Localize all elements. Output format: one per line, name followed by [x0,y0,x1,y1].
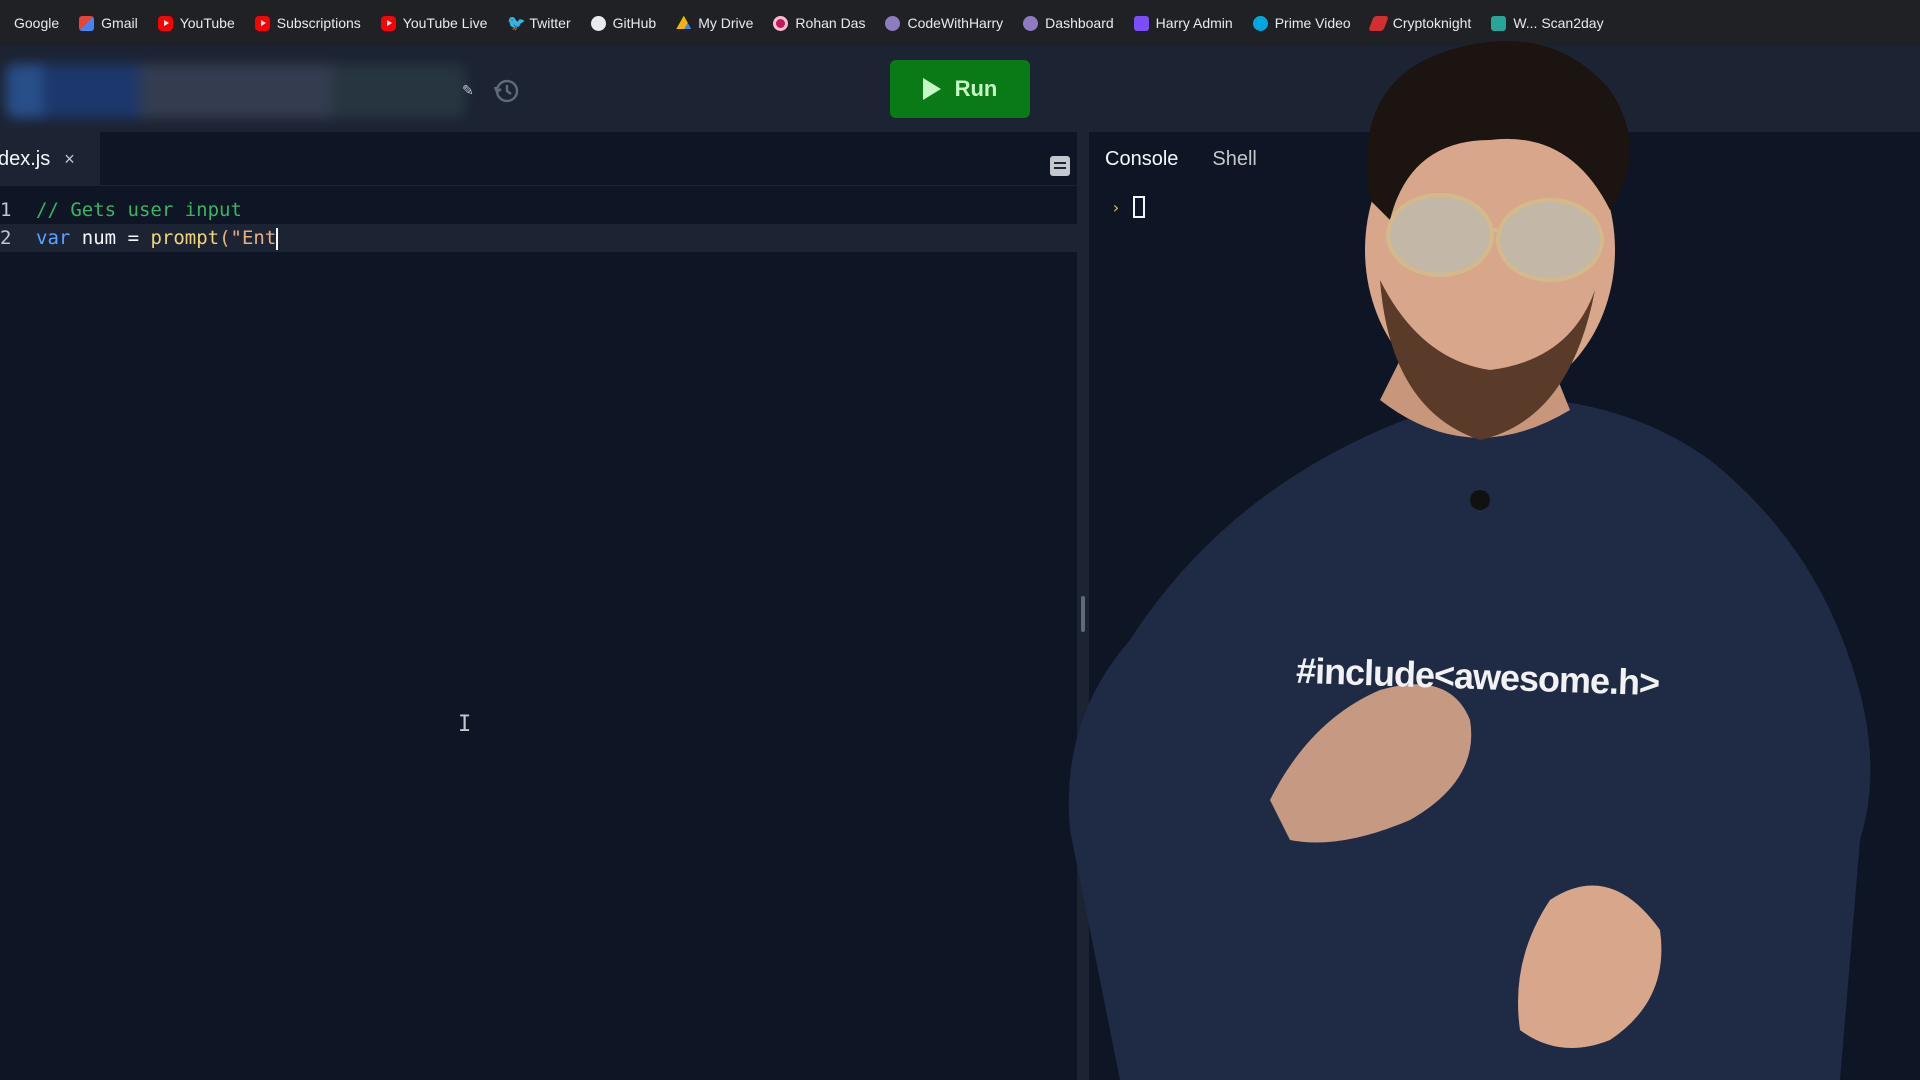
code-function: prompt [150,227,220,249]
run-button[interactable]: Run [890,60,1030,118]
history-icon[interactable] [492,76,522,106]
run-label: Run [954,76,998,101]
bookmark-label: Gmail [101,15,138,31]
bookmark-github[interactable]: GitHub [581,8,667,38]
bookmark-icon [773,15,789,31]
bookmark-label: YouTube Live [402,15,488,31]
bookmark-label: Rohan Das [795,15,866,31]
bookmark-prime-video[interactable]: Prime Video [1243,8,1361,38]
bookmark-label: CodeWithHarry [907,15,1004,31]
github-icon [590,15,606,31]
line-number: 1 [0,199,12,221]
bookmark-subscriptions[interactable]: Subscriptions [245,8,371,38]
drag-handle[interactable] [1081,596,1085,632]
code-editor[interactable]: 1 // Gets user input 2 var num = prompt(… [0,186,1077,1080]
tab-shell[interactable]: Shell [1206,136,1262,183]
bookmark-my-drive[interactable]: My Drive [666,8,763,38]
bookmark-twitter[interactable]: 🐦 Twitter [497,8,580,38]
bookmark-icon [1491,15,1507,31]
bookmarks-bar: Google Gmail YouTube Subscriptions YouTu… [0,0,1920,46]
console-prompt[interactable]: › [1111,196,1145,218]
bookmark-youtube-live[interactable]: YouTube Live [371,8,498,38]
bookmark-icon [885,15,901,31]
file-tab-label: dex.js [0,147,51,170]
drive-icon [676,15,692,29]
code-line-active: 2 var num = prompt("Ent [0,224,1077,252]
bookmark-gmail[interactable]: Gmail [69,8,148,38]
bookmark-youtube[interactable]: YouTube [148,8,245,38]
tab-console[interactable]: Console [1099,136,1184,183]
prompt-chevron-icon: › [1111,197,1121,217]
bookmark-harry-admin[interactable]: Harry Admin [1124,8,1243,38]
code-comment: // Gets user input [36,199,242,221]
console-panel: Console Shell › [1089,132,1920,1080]
terminal-cursor [1132,196,1145,218]
bookmark-icon [1367,15,1389,31]
tab-menu-icon[interactable] [1050,156,1070,176]
bookmark-label: YouTube [179,15,235,31]
play-icon [922,78,941,100]
bookmark-scan2day[interactable]: W... Scan2day [1481,8,1613,38]
code-content: var num = prompt("Ent [36,224,279,252]
code-identifier: num [81,227,117,249]
bookmark-cryptoknight[interactable]: Cryptoknight [1361,8,1482,38]
code-line: 1 // Gets user input [0,196,1077,224]
line-number: 2 [0,227,12,249]
console-tabs: Console Shell [1089,132,1263,186]
bookmark-label: W... Scan2day [1513,15,1604,31]
workspace-header: ✎ Run [0,46,1920,132]
text-caret [276,227,279,250]
blurred-repl-title[interactable] [6,64,466,118]
file-tab-index-js[interactable]: dex.js × [0,132,100,186]
bookmark-label: Prime Video [1274,15,1351,31]
prime-video-icon [1252,15,1268,31]
code-keyword: var [36,227,71,249]
bookmark-label: Dashboard [1045,15,1114,31]
bookmark-codewithharry[interactable]: CodeWithHarry [875,8,1013,38]
twitter-icon: 🐦 [507,14,527,32]
bookmark-rohan-das[interactable]: Rohan Das [763,8,875,38]
pencil-icon[interactable]: ✎ [462,82,474,99]
bookmark-label: Harry Admin [1155,15,1233,31]
bookmark-label: Twitter [529,15,571,31]
bookmark-label: Google [14,15,60,31]
bookmark-label: Cryptoknight [1392,15,1472,31]
ibeam-cursor-icon: I [458,712,472,737]
bookmark-label: My Drive [698,15,754,31]
close-icon[interactable]: × [64,149,75,170]
code-operator: = [127,227,140,249]
bookmark-dashboard[interactable]: Dashboard [1013,8,1124,38]
youtube-icon [380,15,396,31]
bookmark-label: GitHub [612,15,657,31]
bookmark-icon [1133,15,1149,31]
editor-tab-bar: dex.js × [0,132,1085,186]
youtube-icon [157,15,173,31]
bookmark-google[interactable]: Google [4,8,69,38]
bookmark-label: Subscriptions [276,15,361,31]
gmail-icon [79,15,95,31]
youtube-icon [254,15,270,31]
code-string: ("Ent [219,227,277,249]
bookmark-icon [1023,15,1039,31]
